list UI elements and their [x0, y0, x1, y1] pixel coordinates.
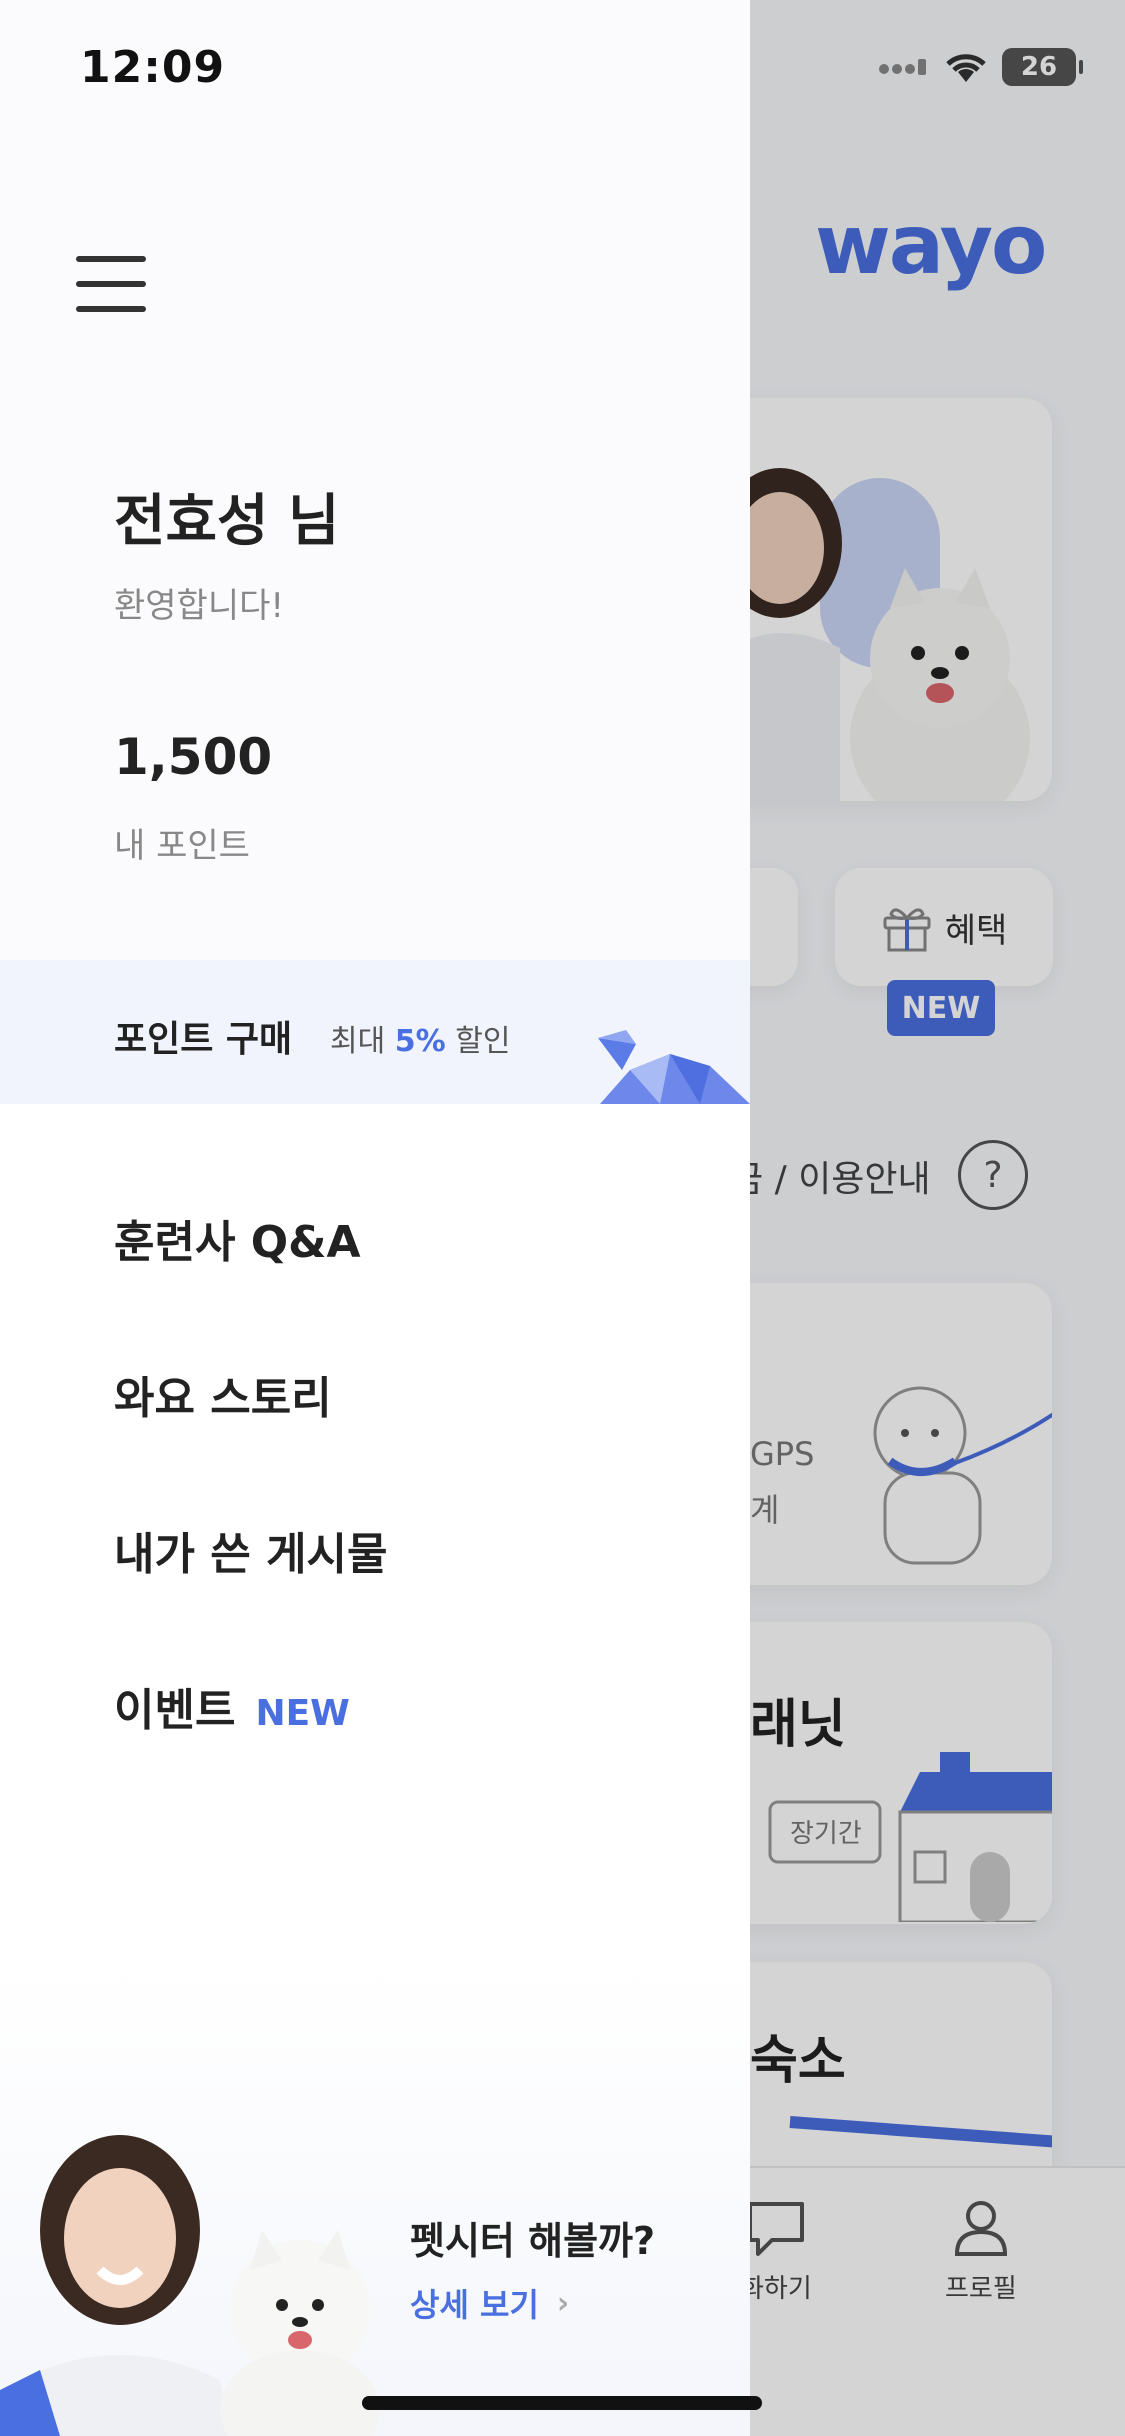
menu-item-event[interactable]: 이벤트 NEW — [114, 1674, 350, 1738]
point-purchase-title: 포인트 구매 — [114, 1019, 293, 1060]
menu-item-event-label: 이벤트 — [114, 1685, 236, 1736]
promo-question: 펫시터 해볼까? — [410, 2219, 656, 2263]
menu-item-wayo-story[interactable]: 와요 스토리 — [114, 1362, 332, 1426]
point-purchase-banner[interactable]: 포인트 구매 최대 5% 할인 — [0, 960, 750, 1104]
status-time: 12:09 — [80, 42, 226, 93]
side-drawer: 12:09 전효성 님 환영합니다! 1,500 내 포인트 포인트 구매 최대… — [0, 0, 750, 2436]
points-value[interactable]: 1,500 — [114, 728, 272, 786]
discount-text: 최대 5% 할인 — [330, 1016, 510, 1060]
welcome-text: 환영합니다! — [114, 586, 285, 626]
points-label: 내 포인트 — [114, 826, 250, 866]
event-new-badge: NEW — [255, 1693, 350, 1734]
user-name: 전효성 님 — [114, 489, 340, 554]
promo-person-dog-illustration — [0, 2135, 380, 2436]
drawer-profile-section — [0, 0, 750, 960]
menu-item-trainer-qa[interactable]: 훈련사 Q&A — [114, 1206, 361, 1270]
discount-percent: 5% — [394, 1024, 446, 1059]
promo-detail-link[interactable]: 상세 보기 › — [410, 2280, 569, 2326]
petsitter-promo[interactable]: 펫시터 해볼까? 상세 보기 › — [0, 1960, 750, 2436]
discount-suffix: 할인 — [455, 1024, 511, 1059]
discount-prefix: 최대 — [330, 1024, 386, 1059]
hamburger-menu-icon[interactable] — [76, 256, 146, 312]
gem-icon — [598, 1030, 750, 1104]
chevron-right-icon: › — [556, 2285, 570, 2321]
menu-item-my-posts[interactable]: 내가 쓴 게시물 — [114, 1518, 388, 1582]
home-indicator[interactable] — [362, 2396, 762, 2410]
promo-detail-label: 상세 보기 — [410, 2286, 539, 2324]
